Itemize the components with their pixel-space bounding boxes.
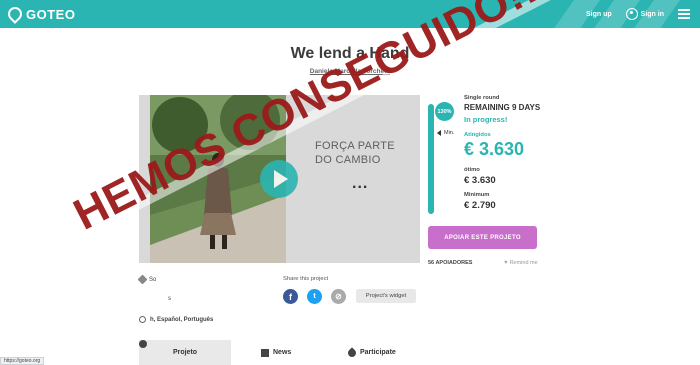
remind-me-link[interactable]: ♥ Remind me (504, 260, 538, 266)
signup-link[interactable]: Sign up (586, 11, 612, 18)
hamburger-icon[interactable] (678, 9, 690, 19)
optimum-amount: € 3.630 (464, 175, 496, 186)
funding-percent-badge: 130% (435, 102, 454, 121)
category-text: So (149, 276, 157, 283)
languages-text[interactable]: h, Español, Português (150, 317, 213, 323)
raised-amount: € 3.630 (464, 139, 525, 159)
header-actions: Sign up Sign in (586, 0, 690, 28)
twitter-icon[interactable]: t (307, 289, 322, 304)
project-tabs: Projeto News Participate (139, 340, 539, 365)
support-project-button[interactable]: APOIAR ESTE PROJETO (428, 226, 537, 249)
tag-icon (137, 274, 148, 285)
play-icon[interactable] (260, 160, 298, 198)
signin-label: Sign in (640, 10, 664, 18)
tab-news[interactable]: News (261, 340, 291, 365)
project-languages: h, Español, Português (139, 316, 213, 323)
remind-me-label: Remind me (509, 260, 538, 266)
drop-logo-icon (5, 4, 25, 24)
globe-icon (139, 316, 146, 323)
logo-text: GOTEO (26, 6, 76, 22)
signin-link[interactable]: Sign in (625, 8, 664, 20)
raised-label: Atingidos (464, 132, 491, 138)
status-url: https://goteo.org (0, 357, 45, 365)
drop-icon (346, 346, 358, 359)
campaign-status: In progress! (464, 115, 508, 124)
remaining-days: REMAINING 9 DAYS (464, 103, 541, 112)
backers-count: 56 APOIADORES (428, 260, 473, 266)
optimum-label: ótimo (464, 167, 480, 173)
tab-label: Participate (360, 349, 396, 356)
goteo-logo[interactable]: GOTEO (5, 4, 76, 24)
video-slogan: FORÇA PARTE DO CAMBIO (315, 139, 395, 167)
slogan-line: DO CAMBIO (315, 154, 381, 166)
slogan-ellipsis: ... (352, 175, 369, 192)
tab-label: Projeto (172, 349, 198, 356)
round-label: Single round (464, 95, 500, 101)
heart-icon: ♥ (504, 260, 508, 266)
link-icon[interactable]: ⊘ (331, 289, 346, 304)
top-navigation-bar: GOTEO Sign up Sign in (0, 0, 700, 28)
bulb-icon (139, 340, 147, 348)
funding-progress-fill (428, 104, 434, 214)
minimum-label: Minimum (464, 192, 490, 198)
tab-participate[interactable]: Participate (346, 340, 396, 365)
funding-progress-meter (428, 104, 434, 214)
user-icon (625, 8, 638, 20)
newspaper-icon (261, 348, 269, 357)
marker-arrow-icon (437, 130, 441, 136)
share-title: Share this project (283, 276, 329, 282)
facebook-icon[interactable]: f (283, 289, 298, 304)
tab-label: News (273, 349, 292, 356)
project-category: So (137, 274, 157, 285)
slogan-line: FORÇA PARTE (315, 140, 395, 152)
minimum-marker: Min. (437, 130, 454, 136)
tab-projeto[interactable]: Projeto (139, 340, 231, 365)
project-location: s (168, 296, 171, 302)
minimum-marker-label: Min. (444, 130, 455, 136)
project-widget-button[interactable]: Project's widget (356, 289, 416, 303)
minimum-amount: € 2.790 (464, 200, 496, 211)
